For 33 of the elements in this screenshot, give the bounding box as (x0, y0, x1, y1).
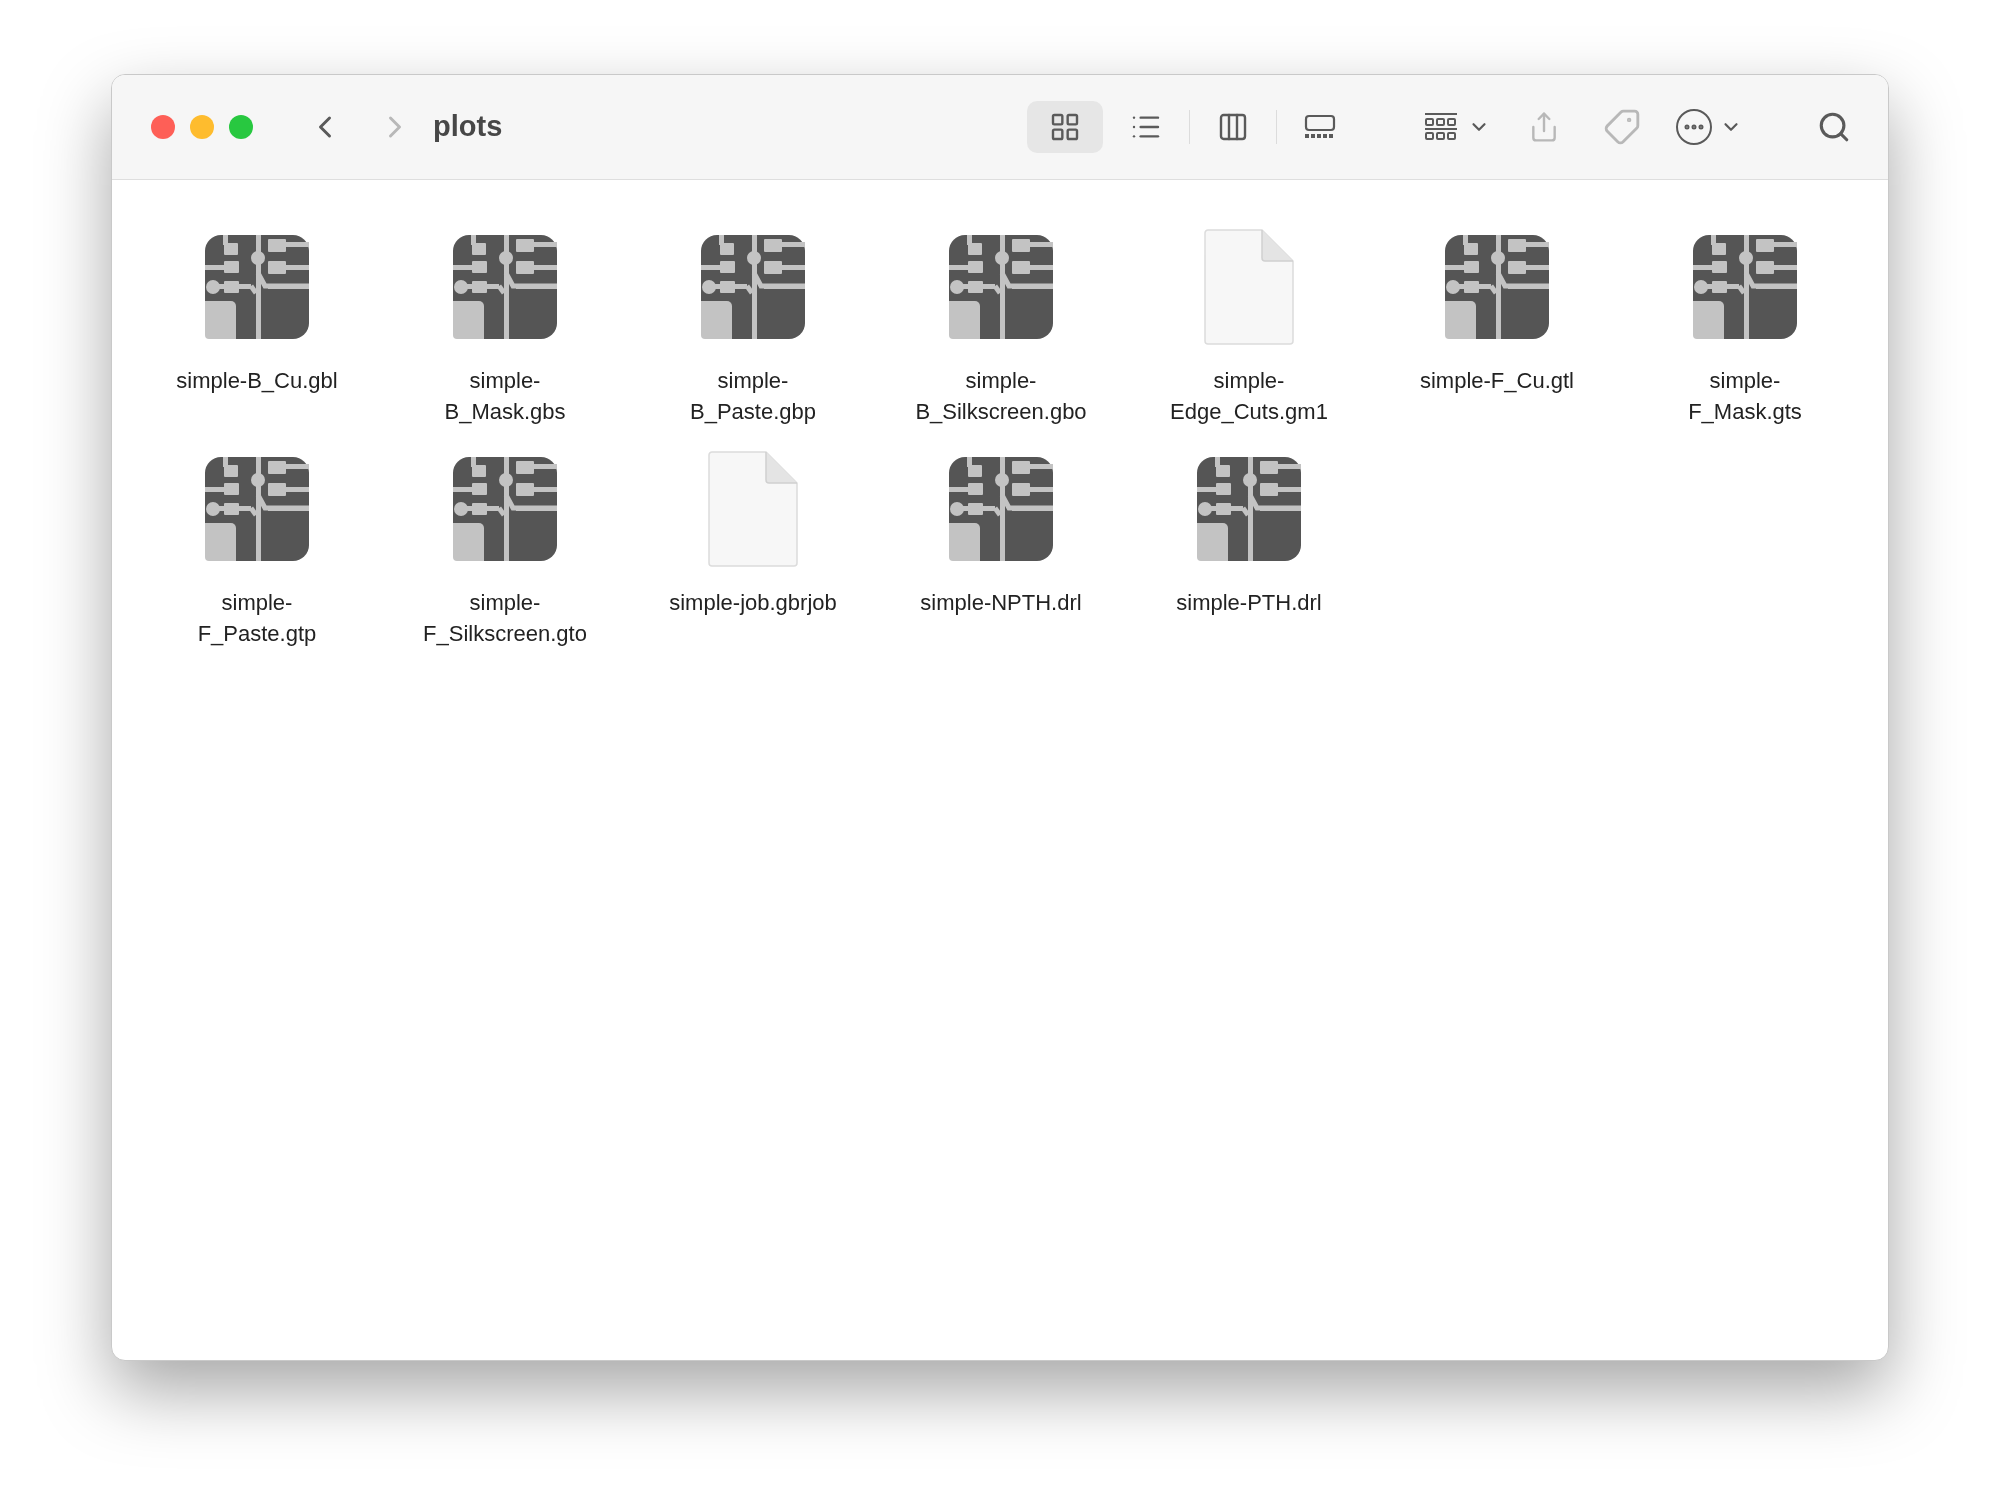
gallery-view-icon (1304, 114, 1336, 140)
icon-view-button[interactable] (1027, 101, 1103, 153)
file-name: simple-F_Cu.gtl (1419, 367, 1574, 395)
window-title: plots (433, 109, 503, 145)
file-name: simple-PTH.drl (1176, 589, 1322, 617)
tag-icon (1603, 108, 1641, 146)
circuit-board-icon (453, 457, 557, 561)
file-name: simple-B_Cu.gbl (176, 367, 338, 395)
circuit-board-icon (1197, 457, 1301, 561)
search-icon (1817, 110, 1851, 144)
file-name: simple- F_Mask.gts (1688, 367, 1802, 426)
file-name: simple- Edge_Cuts.gm1 (1170, 367, 1328, 426)
file-name: simple- B_Silkscreen.gbo (915, 367, 1087, 426)
blank-document-icon (708, 451, 798, 567)
circuit-board-icon (949, 235, 1053, 339)
close-button[interactable] (151, 115, 175, 139)
circuit-board-icon (701, 235, 805, 339)
column-view-icon (1217, 111, 1249, 143)
circuit-board-icon (205, 457, 309, 561)
file-name: simple- B_Mask.gbs (444, 367, 566, 426)
circuit-board-icon (453, 235, 557, 339)
circuit-board-icon (1693, 235, 1797, 339)
grid-view-icon (1049, 111, 1081, 143)
file-name: simple- B_Paste.gbp (690, 367, 816, 426)
file-name: simple-job.gbrjob (669, 589, 837, 617)
blank-document-icon (1204, 229, 1294, 345)
file-name: simple-NPTH.drl (920, 589, 1082, 617)
circuit-board-icon (949, 457, 1053, 561)
group-grid-icon (1424, 112, 1458, 142)
file-name: simple- F_Silkscreen.gto (423, 589, 587, 648)
file-name: simple- F_Paste.gtp (197, 589, 317, 648)
circuit-board-icon (1445, 235, 1549, 339)
circuit-board-icon (205, 235, 309, 339)
